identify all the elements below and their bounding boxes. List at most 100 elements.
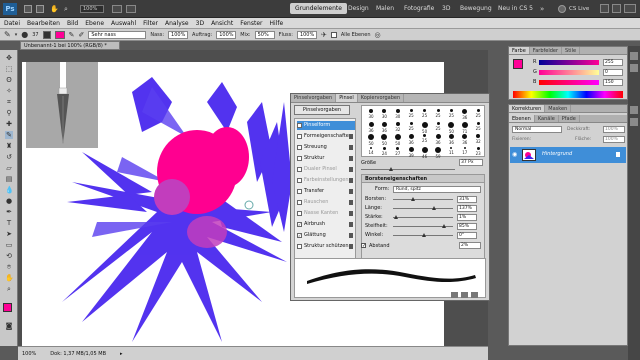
workspace-design[interactable]: Design xyxy=(343,3,374,14)
load-brush-icon[interactable]: ✎ xyxy=(69,31,75,39)
brush-size-value[interactable]: 37 xyxy=(32,32,38,38)
brush-setting-checkbox[interactable]: ✓ xyxy=(297,233,302,238)
form-select[interactable]: Rund, spitz xyxy=(393,186,481,193)
blending-combo-select[interactable]: Sehr nass xyxy=(88,30,147,39)
alle-ebenen-checkbox[interactable] xyxy=(330,31,337,38)
bristle-slider-value[interactable]: 31% xyxy=(457,196,477,203)
lock-icon[interactable] xyxy=(349,156,353,161)
lock-icon[interactable] xyxy=(349,233,353,238)
lock-icon[interactable] xyxy=(349,189,353,194)
3d-rotate-tool-icon[interactable]: ⟲ xyxy=(5,252,13,260)
workspace-3d[interactable]: 3D xyxy=(437,3,455,14)
current-load-swatch[interactable] xyxy=(54,30,65,39)
channel-value-input[interactable]: 0 xyxy=(603,69,623,76)
shape-tool-icon[interactable]: ▭ xyxy=(5,241,13,249)
brush-setting-checkbox[interactable] xyxy=(297,145,302,150)
brush-setting-item[interactable]: Streuung xyxy=(297,143,355,152)
size-input[interactable]: 37 Px xyxy=(459,159,483,166)
status-menu-chevron-icon[interactable]: ▸ xyxy=(120,351,123,357)
quick-mask-icon[interactable]: ◙ xyxy=(5,322,13,330)
bristle-slider[interactable] xyxy=(393,224,453,228)
abstand-checkbox[interactable]: ✓ xyxy=(361,243,366,249)
bristle-slider-knob[interactable] xyxy=(432,206,437,210)
tab-kanaele[interactable]: Kanäle xyxy=(535,115,559,122)
document-tab[interactable]: Unbenannt-1 bei 100% (RGB/8) * xyxy=(20,41,120,50)
bristle-slider[interactable] xyxy=(393,197,453,201)
brush-setting-checkbox[interactable] xyxy=(297,178,302,183)
arrange-docs-icon[interactable] xyxy=(112,5,122,13)
brush-setting-checkbox[interactable] xyxy=(297,244,302,249)
workspace-grundelemente[interactable]: Grundelemente xyxy=(290,3,347,14)
mix-input[interactable]: 50% xyxy=(254,30,275,39)
menu-ebene[interactable]: Ebene xyxy=(85,20,104,27)
bristle-slider-knob[interactable] xyxy=(394,215,399,219)
bristle-slider-value[interactable]: 85% xyxy=(457,223,477,230)
blur-tool-icon[interactable]: 💧 xyxy=(5,186,14,194)
brush-setting-item[interactable]: Struktur schützen xyxy=(297,242,355,251)
lock-icon[interactable] xyxy=(349,178,353,183)
zoom-level-dropdown[interactable]: 100% xyxy=(80,5,104,13)
marquee-tool-icon[interactable]: ⬚ xyxy=(5,65,13,73)
tab-pfade[interactable]: Pfade xyxy=(559,115,580,122)
abstand-input[interactable]: 2% xyxy=(459,242,481,249)
channel-value-input[interactable]: 255 xyxy=(603,59,623,66)
brush-setting-checkbox[interactable] xyxy=(297,200,302,205)
size-slider[interactable] xyxy=(361,169,455,170)
menu-bearbeiten[interactable]: Bearbeiten xyxy=(27,20,60,27)
menu-auswahl[interactable]: Auswahl xyxy=(111,20,136,27)
menu-ansicht[interactable]: Ansicht xyxy=(211,20,233,27)
maximize-button[interactable] xyxy=(612,4,621,13)
tab-pinsel[interactable]: Pinsel xyxy=(336,94,358,102)
lock-icon[interactable] xyxy=(349,134,353,139)
lock-icon[interactable] xyxy=(349,222,353,227)
workspace-bewegung[interactable]: Bewegung xyxy=(455,3,497,14)
cs-live-label[interactable]: CS Live xyxy=(569,5,589,13)
tab-korrekturen[interactable]: Korrekturen xyxy=(509,105,546,112)
tab-farbe[interactable]: Farbe xyxy=(509,47,530,54)
clone-stamp-tool-icon[interactable]: ♜ xyxy=(5,142,13,150)
toggle-live-preview-icon[interactable] xyxy=(451,292,458,298)
path-selection-tool-icon[interactable]: ➤ xyxy=(5,230,13,238)
hand-tool-icon[interactable]: ✋ xyxy=(5,274,14,282)
mixer-brush-tool-icon-active[interactable]: ✎ xyxy=(5,131,13,139)
brush-setting-item[interactable]: Nasse Kanten xyxy=(297,209,355,218)
foreground-color-swatch[interactable] xyxy=(3,303,12,312)
lock-icon[interactable] xyxy=(349,211,353,216)
bristle-slider-value[interactable]: 1% xyxy=(457,214,477,221)
nass-input[interactable]: 100% xyxy=(168,30,189,39)
bristle-slider[interactable] xyxy=(393,215,453,219)
pressure-icon[interactable]: ◎ xyxy=(375,31,381,39)
cs-live-icon[interactable] xyxy=(558,5,566,13)
brush-setting-item[interactable]: Transfer xyxy=(297,187,355,196)
blend-mode-select[interactable]: Normal xyxy=(512,126,562,133)
bristle-slider-knob[interactable] xyxy=(410,197,415,201)
eye-icon[interactable]: ◉ xyxy=(512,151,518,158)
pen-tool-icon[interactable]: ✒ xyxy=(5,208,13,216)
info-panel-icon[interactable] xyxy=(630,106,638,114)
zoom-icon[interactable]: ⌕ xyxy=(64,5,74,13)
layer-name[interactable]: Hintergrund xyxy=(542,151,572,157)
history-panel-icon[interactable] xyxy=(630,52,638,60)
bristle-slider-knob[interactable] xyxy=(422,233,426,237)
workspace-fotografie[interactable]: Fotografie xyxy=(399,3,439,14)
bridge-icon[interactable] xyxy=(24,5,32,13)
menu-analyse[interactable]: Analyse xyxy=(165,20,189,27)
close-button[interactable] xyxy=(624,4,636,13)
gradient-tool-icon[interactable]: ▤ xyxy=(5,175,13,183)
brush-setting-item[interactable]: Struktur xyxy=(297,154,355,163)
tab-kopiervorgaben[interactable]: Kopiervorgaben xyxy=(358,94,405,102)
tab-masken[interactable]: Masken xyxy=(545,105,572,112)
brush-setting-item[interactable]: ✓ Glättung xyxy=(297,231,355,240)
size-slider-knob[interactable] xyxy=(389,167,393,171)
workspace-more-icon[interactable]: » xyxy=(540,5,548,13)
fluss-input[interactable]: 100% xyxy=(296,30,317,39)
eyedropper-tool-icon[interactable]: ⚲ xyxy=(5,109,13,117)
lock-icon[interactable] xyxy=(349,145,353,150)
channel-value-input[interactable]: 150 xyxy=(603,79,623,86)
channel-slider[interactable] xyxy=(539,70,599,75)
menu-filter[interactable]: Filter xyxy=(143,20,158,27)
3d-camera-tool-icon[interactable]: ⌾ xyxy=(5,263,13,271)
tab-farbfelder[interactable]: Farbfelder xyxy=(530,47,563,54)
type-tool-icon[interactable]: T xyxy=(5,219,13,227)
brush-presets-button[interactable]: Pinselvorgaben xyxy=(294,105,350,115)
